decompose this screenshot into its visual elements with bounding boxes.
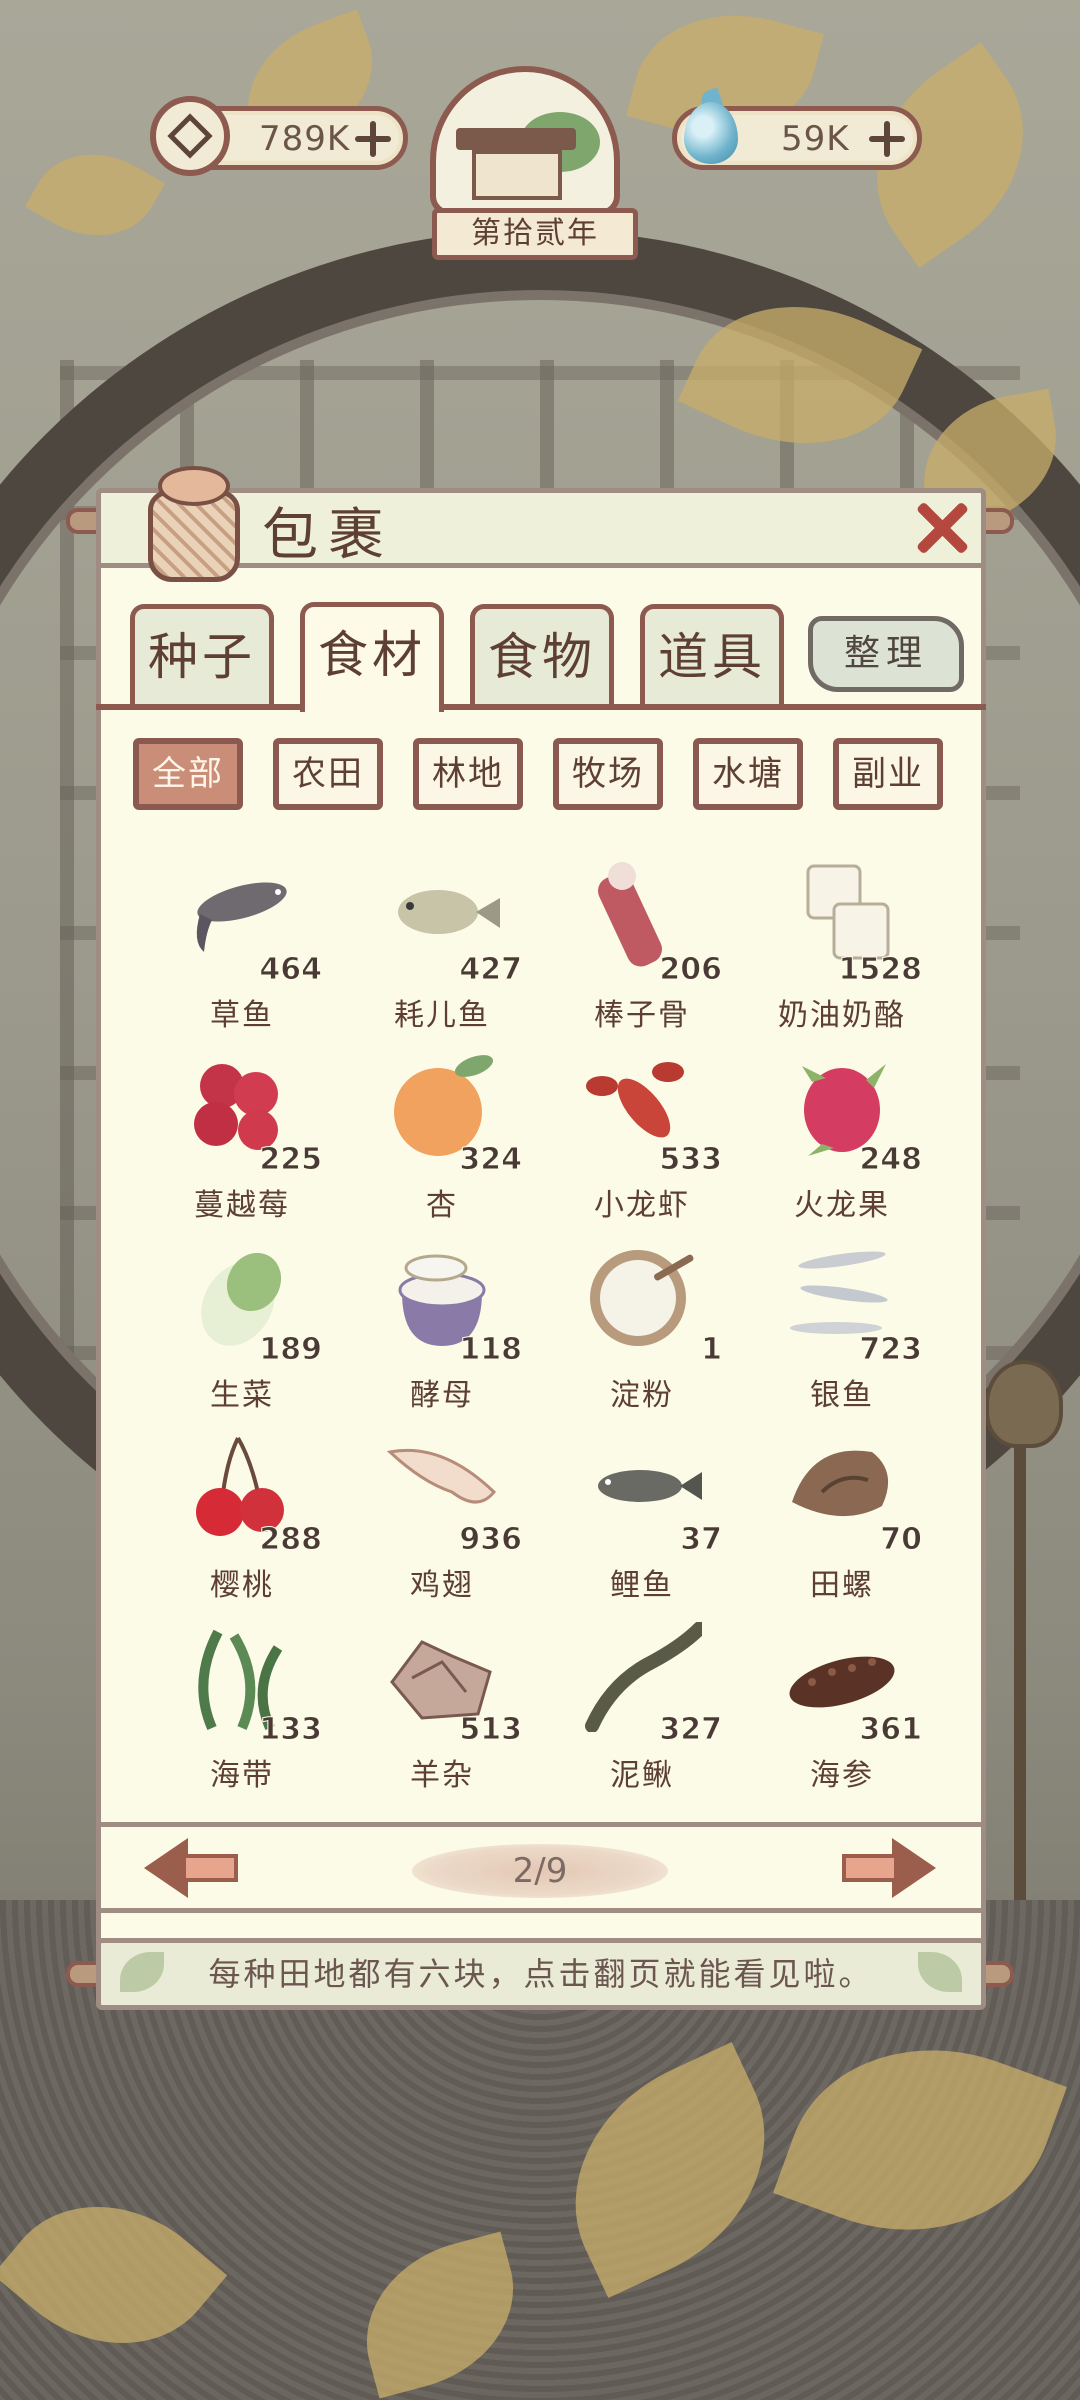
inventory-item-river-snail[interactable]: 70 田螺 — [752, 1426, 932, 1606]
panel-title: 包裹 — [262, 503, 394, 568]
inventory-item-bone-marrow[interactable]: 206 棒子骨 — [552, 856, 732, 1036]
arrow-shaft — [182, 1854, 238, 1882]
item-count: 533 — [659, 1142, 723, 1178]
item-count: 936 — [459, 1522, 523, 1558]
inventory-item-starch[interactable]: 1 淀粉 — [552, 1236, 732, 1416]
background-lantern — [985, 1360, 1063, 1448]
item-count: 327 — [659, 1712, 723, 1748]
inventory-item-cranberry[interactable]: 225 蔓越莓 — [152, 1046, 332, 1226]
background-lantern-pole — [1014, 1430, 1026, 1900]
item-count: 324 — [459, 1142, 523, 1178]
add-coins-plus-icon[interactable] — [355, 121, 391, 157]
item-count: 133 — [259, 1712, 323, 1748]
sort-button[interactable]: 整理 — [808, 616, 964, 692]
tab-divider — [96, 704, 986, 710]
inventory-item-kelp[interactable]: 133 海带 — [152, 1616, 332, 1796]
item-name: 鲤鱼 — [610, 1568, 674, 1603]
item-count: 37 — [680, 1522, 723, 1558]
coin-balance-value: 789K — [259, 119, 351, 159]
arrow-head — [892, 1838, 936, 1898]
item-name: 羊杂 — [410, 1758, 474, 1793]
item-name: 海参 — [810, 1758, 874, 1793]
item-name: 生菜 — [210, 1378, 274, 1413]
inventory-item-cherry[interactable]: 288 樱桃 — [152, 1426, 332, 1606]
square-hole-coin-icon — [150, 96, 230, 176]
tab-seeds[interactable]: 种子 — [130, 604, 274, 704]
item-name: 田螺 — [810, 1568, 874, 1603]
page-indicator: 2/9 — [412, 1844, 668, 1898]
item-name: 火龙果 — [794, 1188, 890, 1223]
filter-pond[interactable]: 水塘 — [693, 738, 803, 810]
footer-divider — [96, 1908, 986, 1913]
item-name: 樱桃 — [210, 1568, 274, 1603]
tab-food[interactable]: 食物 — [470, 604, 614, 704]
water-drop-icon — [672, 87, 752, 186]
filter-sideline[interactable]: 副业 — [833, 738, 943, 810]
item-count: 1 — [701, 1332, 723, 1368]
next-page-arrow-icon[interactable] — [842, 1838, 936, 1898]
item-count: 723 — [859, 1332, 923, 1368]
inventory-item-lettuce[interactable]: 189 生菜 — [152, 1236, 332, 1416]
filter-farmland[interactable]: 农田 — [273, 738, 383, 810]
inventory-item-loach[interactable]: 327 泥鳅 — [552, 1616, 732, 1796]
tab-props[interactable]: 道具 — [640, 604, 784, 704]
basket-bag-icon — [140, 460, 248, 586]
arrow-shaft — [842, 1854, 898, 1882]
item-name: 小龙虾 — [594, 1188, 690, 1223]
item-count: 1528 — [838, 952, 922, 988]
water-balance-value: 59K — [781, 119, 850, 159]
item-count: 427 — [459, 952, 523, 988]
inventory-item-yeast[interactable]: 118 酵母 — [352, 1236, 532, 1416]
item-count: 118 — [459, 1332, 523, 1368]
item-name: 奶油奶酪 — [778, 998, 906, 1033]
tip-banner: 每种田地都有六块，点击翻页就能看见啦。 — [96, 1938, 986, 2010]
inventory-item-whitebait[interactable]: 723 银鱼 — [752, 1236, 932, 1416]
item-name: 海带 — [210, 1758, 274, 1793]
add-water-plus-icon[interactable] — [869, 121, 905, 157]
item-name: 酵母 — [410, 1378, 474, 1413]
item-name: 鸡翅 — [410, 1568, 474, 1603]
inventory-item-filefish[interactable]: 427 耗儿鱼 — [352, 856, 532, 1036]
prev-page-arrow-icon[interactable] — [144, 1838, 238, 1898]
item-count: 513 — [459, 1712, 523, 1748]
inventory-item-apricot[interactable]: 324 杏 — [352, 1046, 532, 1226]
item-count: 189 — [259, 1332, 323, 1368]
footer-divider — [96, 1822, 986, 1827]
inventory-item-grass-carp[interactable]: 464 草鱼 — [152, 856, 332, 1036]
inventory-item-sea-cucumber[interactable]: 361 海参 — [752, 1616, 932, 1796]
item-name: 蔓越莓 — [194, 1188, 290, 1223]
item-count: 70 — [880, 1522, 923, 1558]
item-count: 225 — [259, 1142, 323, 1178]
pavilion-roof-icon — [456, 128, 576, 150]
filter-woodland[interactable]: 林地 — [413, 738, 523, 810]
inventory-item-carp[interactable]: 37 鲤鱼 — [552, 1426, 732, 1606]
filter-pasture[interactable]: 牧场 — [553, 738, 663, 810]
item-name: 耗儿鱼 — [394, 998, 490, 1033]
inventory-item-chicken-wing[interactable]: 936 鸡翅 — [352, 1426, 532, 1606]
close-icon[interactable] — [914, 500, 970, 556]
item-count: 464 — [259, 952, 323, 988]
basket-contents — [158, 466, 230, 506]
pavilion-icon — [472, 150, 562, 200]
item-name: 淀粉 — [610, 1378, 674, 1413]
item-count: 206 — [659, 952, 723, 988]
filter-all[interactable]: 全部 — [133, 738, 243, 810]
item-name: 泥鳅 — [610, 1758, 674, 1793]
tab-ingredients[interactable]: 食材 — [300, 602, 444, 712]
item-count: 248 — [859, 1142, 923, 1178]
inventory-item-lamb-offal[interactable]: 513 羊杂 — [352, 1616, 532, 1796]
item-name: 棒子骨 — [594, 998, 690, 1033]
inventory-item-crayfish[interactable]: 533 小龙虾 — [552, 1046, 732, 1226]
inventory-item-cream-cheese[interactable]: 1528 奶油奶酪 — [752, 856, 932, 1036]
item-count: 361 — [859, 1712, 923, 1748]
water-drop-body — [684, 102, 738, 164]
inventory-item-dragon-fruit[interactable]: 248 火龙果 — [752, 1046, 932, 1226]
item-name: 银鱼 — [810, 1378, 874, 1413]
item-name: 杏 — [426, 1188, 458, 1223]
starch-bowl-icon — [590, 1250, 694, 1346]
year-plaque: 第拾贰年 — [432, 208, 638, 260]
item-count: 288 — [259, 1522, 323, 1558]
item-name: 草鱼 — [210, 998, 274, 1033]
